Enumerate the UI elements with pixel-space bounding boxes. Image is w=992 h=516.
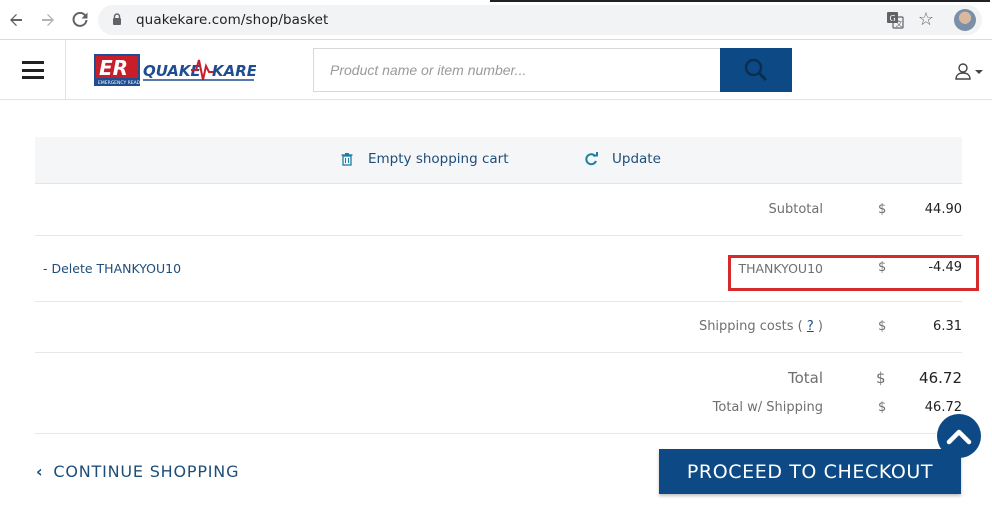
translate-icon[interactable]: G文: [886, 11, 904, 29]
empty-cart-button[interactable]: Empty shopping cart: [340, 151, 509, 167]
continue-shopping-link[interactable]: ‹ CONTINUE SHOPPING: [36, 462, 239, 481]
shipping-label-text: Shipping costs (: [698, 319, 803, 334]
search-input[interactable]: [314, 49, 721, 91]
tab-strip-edge: [490, 0, 990, 2]
back-icon[interactable]: [4, 8, 28, 32]
bookmark-star-icon[interactable]: ☆: [918, 9, 934, 30]
search-field[interactable]: [313, 48, 721, 92]
delete-coupon-link[interactable]: - Delete THANKYOU10: [43, 261, 181, 276]
coupon-highlight-box: [728, 255, 979, 291]
total-shipping-label: Total w/ Shipping: [712, 400, 823, 415]
reload-icon[interactable]: [68, 8, 92, 32]
browser-toolbar: quakekare.com/shop/basket G文 ☆: [0, 0, 992, 40]
update-cart-button[interactable]: Update: [584, 151, 661, 167]
site-header: ER EMERGENCY READY QUAKE KARE: [0, 40, 992, 100]
forward-icon[interactable]: [36, 8, 60, 32]
header-divider: [65, 40, 66, 100]
update-label: Update: [612, 151, 661, 167]
proceed-to-checkout-button[interactable]: PROCEED TO CHECKOUT: [659, 449, 961, 494]
svg-text:KARE: KARE: [212, 62, 256, 80]
shipping-label-close: ): [817, 319, 823, 334]
shipping-currency: $: [878, 319, 887, 334]
search-icon: [744, 58, 768, 82]
svg-text:文: 文: [896, 19, 903, 28]
total-shipping-currency: $: [878, 400, 887, 415]
total-value: 46.72: [919, 369, 962, 387]
subtotal-label: Subtotal: [768, 202, 823, 217]
totals-row: Total $ 46.72 Total w/ Shipping $ 46.72: [35, 353, 962, 434]
shipping-help-link[interactable]: ?: [807, 319, 814, 334]
search-button[interactable]: [720, 48, 792, 92]
url-text[interactable]: quakekare.com/shop/basket: [136, 12, 328, 28]
continue-shopping-label: CONTINUE SHOPPING: [53, 462, 240, 481]
chevron-left-icon: ‹: [36, 462, 44, 481]
logo-initials: ER: [99, 56, 128, 80]
user-account-menu[interactable]: [954, 62, 986, 82]
refresh-icon: [585, 152, 598, 166]
subtotal-row: Subtotal $ 44.90: [35, 185, 962, 236]
subtotal-value: 44.90: [924, 202, 962, 217]
total-shipping-value: 46.72: [924, 400, 962, 415]
shipping-label: Shipping costs ( ? ): [699, 319, 823, 334]
shipping-value: 6.31: [933, 319, 962, 334]
user-icon: [955, 63, 983, 80]
menu-icon[interactable]: [22, 61, 44, 79]
quakekare-logo[interactable]: ER EMERGENCY READY QUAKE KARE: [94, 54, 256, 86]
address-bar[interactable]: quakekare.com/shop/basket G文 ☆: [98, 5, 982, 35]
shipping-row: Shipping costs ( ? ) $ 6.31: [35, 302, 962, 353]
cart-actions-bar: Empty shopping cart Update: [35, 137, 962, 184]
lock-icon: [113, 13, 121, 25]
chevron-up-icon: [946, 429, 972, 445]
profile-avatar[interactable]: [954, 9, 976, 31]
subtotal-currency: $: [878, 202, 887, 217]
total-label: Total: [787, 369, 823, 387]
scroll-to-top-button[interactable]: [937, 414, 981, 458]
trash-icon: [341, 153, 353, 166]
empty-cart-label: Empty shopping cart: [368, 151, 509, 167]
svg-text:EMERGENCY READY: EMERGENCY READY: [98, 80, 143, 86]
total-currency: $: [876, 369, 886, 387]
